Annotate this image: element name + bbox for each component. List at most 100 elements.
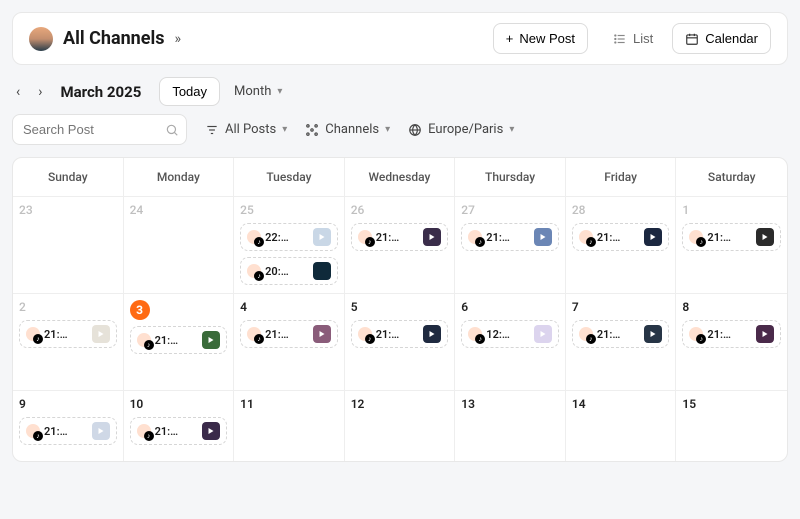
range-select[interactable]: Month ▾: [234, 84, 282, 99]
post-thumbnail: [644, 228, 662, 246]
calendar-day[interactable]: 9♪21:…: [13, 391, 124, 461]
post-time: 21:…: [265, 328, 309, 341]
brand-logo: [29, 27, 53, 51]
scheduled-post[interactable]: ♪21:…: [351, 223, 449, 251]
globe-icon: [408, 123, 422, 137]
calendar-day[interactable]: 14: [566, 391, 677, 461]
post-thumbnail: [534, 228, 552, 246]
today-button[interactable]: Today: [159, 77, 220, 106]
search-input-wrap: [12, 114, 187, 145]
scheduled-post[interactable]: ♪20:…: [240, 257, 338, 285]
next-month-button[interactable]: ›: [34, 80, 46, 104]
calendar-day[interactable]: 27 ♪21:…: [455, 197, 566, 293]
page-title: All Channels: [63, 28, 165, 49]
scheduled-post[interactable]: ♪21:…: [572, 223, 670, 251]
calendar-week: 2♪21:…3♪21:…4♪21:…5♪21:…6♪12:…7♪21:…8♪21…: [13, 293, 787, 390]
channel-avatar: ♪: [247, 264, 261, 278]
channels-filter[interactable]: Channels ▾: [305, 122, 390, 137]
search-input[interactable]: [12, 114, 187, 145]
chevron-down-icon: ▾: [277, 86, 282, 97]
scheduled-post[interactable]: ♪21:…: [461, 223, 559, 251]
day-number: 27: [461, 203, 559, 217]
post-time: 21:…: [597, 231, 641, 244]
calendar-day[interactable]: 3♪21:…: [124, 294, 235, 390]
calendar-day[interactable]: 4♪21:…: [234, 294, 345, 390]
scheduled-post[interactable]: ♪21:…: [351, 320, 449, 348]
platform-badge-icon: ♪: [475, 237, 485, 247]
calendar-day[interactable]: 26♪21:…: [345, 197, 456, 293]
scheduled-post[interactable]: ♪21:…: [572, 320, 670, 348]
post-thumbnail: [202, 331, 220, 349]
list-view-button[interactable]: List: [600, 23, 666, 54]
scheduled-post[interactable]: ♪12:…: [461, 320, 559, 348]
calendar-day[interactable]: 10 ♪21:…: [124, 391, 235, 461]
scheduled-post[interactable]: ♪21:…: [19, 417, 117, 445]
scheduled-post[interactable]: ♪ 21:…: [19, 320, 117, 348]
calendar-day[interactable]: 2♪21:…: [13, 294, 124, 390]
search-icon: [165, 123, 179, 137]
calendar-label: Calendar: [705, 31, 758, 46]
calendar-day[interactable]: 6 ♪12:…: [455, 294, 566, 390]
scheduled-post[interactable]: ♪21:…: [130, 326, 228, 354]
calendar-day[interactable]: 11: [234, 391, 345, 461]
calendar-day[interactable]: 5 ♪21:…: [345, 294, 456, 390]
range-label: Month: [234, 84, 271, 99]
platform-badge-icon: ♪: [254, 271, 264, 281]
calendar-week: 9♪21:…10♪21:…1112131415: [13, 390, 787, 461]
platform-badge-icon: ♪: [254, 237, 264, 247]
all-posts-filter[interactable]: All Posts ▾: [205, 122, 287, 137]
list-label: List: [633, 31, 653, 46]
timezone-select[interactable]: Europe/Paris ▾: [408, 122, 514, 137]
channel-avatar: ♪: [358, 327, 372, 341]
calendar-view-button[interactable]: Calendar: [672, 23, 771, 54]
post-thumbnail: [202, 422, 220, 440]
topbar: All Channels » + New Post List Calendar: [12, 12, 788, 65]
channels-label: Channels: [325, 122, 379, 137]
calendar-day[interactable]: 23: [13, 197, 124, 293]
scheduled-post[interactable]: ♪21:…: [240, 320, 338, 348]
post-time: 20:…: [265, 265, 309, 278]
post-thumbnail: [423, 228, 441, 246]
channel-avatar: ♪: [689, 230, 703, 244]
day-number: 5: [351, 300, 449, 314]
day-number: 10: [130, 397, 228, 411]
chevron-down-icon: ▾: [385, 124, 390, 135]
channel-avatar: ♪: [689, 327, 703, 341]
view-toggle: List Calendar: [600, 23, 771, 54]
calendar-day[interactable]: 12: [345, 391, 456, 461]
calendar-day[interactable]: 13: [455, 391, 566, 461]
channel-avatar: ♪: [358, 230, 372, 244]
scheduled-post[interactable]: ♪21:…: [130, 417, 228, 445]
scheduled-post[interactable]: ♪22:…: [240, 223, 338, 251]
channel-avatar: ♪: [26, 327, 40, 341]
channel-avatar: ♪: [137, 333, 151, 347]
chevron-down-icon: ▾: [282, 124, 287, 135]
platform-badge-icon: ♪: [696, 334, 706, 344]
post-thumbnail: [92, 422, 110, 440]
plus-icon: +: [506, 31, 514, 46]
new-post-button[interactable]: + New Post: [493, 23, 588, 54]
calendar-grid: SundayMondayTuesdayWednesdayThursdayFrid…: [12, 157, 788, 462]
channel-avatar: ♪: [468, 327, 482, 341]
channel-avatar: ♪: [579, 230, 593, 244]
day-number: 12: [351, 397, 449, 411]
day-number: 6: [461, 300, 559, 314]
all-posts-label: All Posts: [225, 122, 276, 137]
calendar-day[interactable]: 28♪21:…: [566, 197, 677, 293]
channel-avatar: ♪: [26, 424, 40, 438]
calendar-day[interactable]: 15: [676, 391, 787, 461]
channel-avatar: ♪: [137, 424, 151, 438]
prev-month-button[interactable]: ‹: [12, 80, 24, 104]
day-number: 1: [682, 203, 781, 217]
calendar-day[interactable]: 25♪22:…♪20:…: [234, 197, 345, 293]
scheduled-post[interactable]: ♪21:…: [682, 223, 781, 251]
scheduled-post[interactable]: ♪21:…: [682, 320, 781, 348]
calendar-day[interactable]: 7♪21:…: [566, 294, 677, 390]
post-time: 21:…: [44, 328, 88, 341]
calendar-day[interactable]: 24: [124, 197, 235, 293]
platform-badge-icon: ♪: [586, 237, 596, 247]
calendar-day[interactable]: 1 ♪21:…: [676, 197, 787, 293]
calendar-day[interactable]: 8♪21:…: [676, 294, 787, 390]
brand[interactable]: All Channels »: [29, 27, 181, 51]
post-thumbnail: [534, 325, 552, 343]
